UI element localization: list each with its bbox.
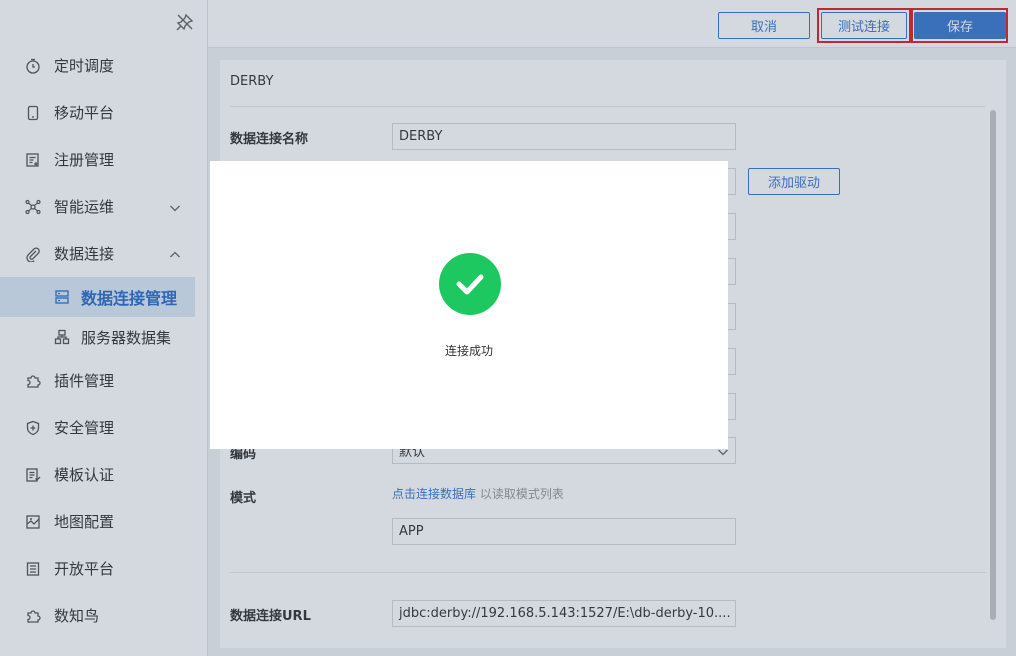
success-message: 连接成功 xyxy=(444,344,493,358)
success-dialog: 连接成功 xyxy=(210,161,728,449)
success-check-icon xyxy=(439,253,501,315)
